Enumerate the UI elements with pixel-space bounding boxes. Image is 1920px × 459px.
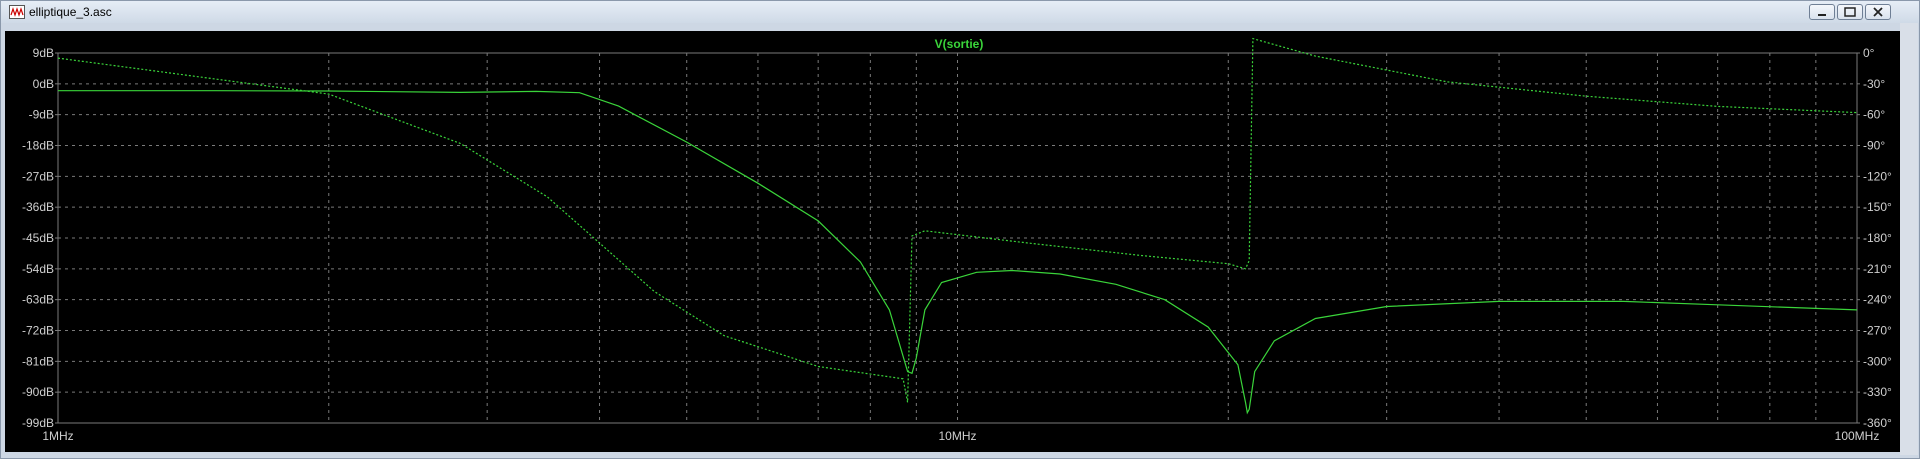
y-right-tick-label: -300° <box>1863 354 1892 368</box>
y-right-tick-label: -240° <box>1863 293 1892 307</box>
y-right-tick-label: -270° <box>1863 324 1892 338</box>
y-right-tick-label: -120° <box>1863 169 1892 183</box>
y-left-tick-label: -9dB <box>29 108 54 122</box>
waveform-app-icon <box>9 5 25 19</box>
y-right-tick-label: -90° <box>1863 139 1885 153</box>
y-left-tick-label: -63dB <box>22 293 54 307</box>
x-tick-label: 100MHz <box>1835 429 1880 443</box>
y-left-tick-label: -18dB <box>22 139 54 153</box>
y-right-tick-label: -30° <box>1863 77 1885 91</box>
title-bar[interactable]: elliptique_3.asc <box>1 1 1919 23</box>
tick-labels: 9dB 0° 0dB -30° -9dB -60° -18dB -90° -27dB -120° -… <box>22 46 1892 443</box>
y-left-tick-label: -36dB <box>22 200 54 214</box>
y-right-tick-label: -180° <box>1863 231 1892 245</box>
y-left-tick-label: -54dB <box>22 262 54 276</box>
y-left-tick-label: -72dB <box>22 324 54 338</box>
restore-icon <box>1844 7 1856 17</box>
y-right-tick-label: -60° <box>1863 108 1885 122</box>
chart-title: V(sortie) <box>935 37 984 51</box>
app-window: elliptique_3.asc 9dB 0° 0dB -30° -9dB -60° -18… <box>0 0 1920 459</box>
minimize-button[interactable] <box>1809 4 1835 20</box>
restore-button[interactable] <box>1837 4 1863 20</box>
x-tick-label: 10MHz <box>938 429 976 443</box>
y-right-tick-label: -360° <box>1863 416 1892 430</box>
plot-area[interactable]: 9dB 0° 0dB -30° -9dB -60° -18dB -90° -27dB -120° -… <box>5 31 1914 452</box>
grid-lines <box>55 52 1860 424</box>
y-left-tick-label: -90dB <box>22 385 54 399</box>
window-title: elliptique_3.asc <box>29 5 112 19</box>
side-scroll-strip <box>1900 23 1918 455</box>
y-left-tick-label: -45dB <box>22 231 54 245</box>
minimize-icon <box>1818 14 1826 16</box>
chart-svg: 9dB 0° 0dB -30° -9dB -60° -18dB -90° -27dB -120° -… <box>22 37 1892 443</box>
y-left-tick-label: -99dB <box>22 416 54 430</box>
y-left-tick-label: 0dB <box>33 77 54 91</box>
y-right-tick-label: -150° <box>1863 200 1892 214</box>
y-right-tick-label: -330° <box>1863 385 1892 399</box>
y-right-tick-label: 0° <box>1863 46 1875 60</box>
y-left-tick-label: -81dB <box>22 354 54 368</box>
x-tick-label: 1MHz <box>42 429 73 443</box>
y-left-tick-label: 9dB <box>33 46 54 60</box>
y-left-tick-label: -27dB <box>22 169 54 183</box>
y-right-tick-label: -210° <box>1863 262 1892 276</box>
close-icon <box>1873 7 1883 17</box>
close-button[interactable] <box>1865 4 1891 20</box>
